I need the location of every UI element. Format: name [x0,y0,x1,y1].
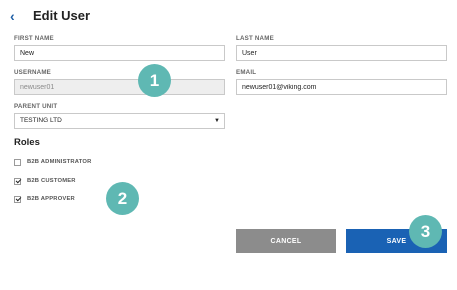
role-b2b-customer: B2B CUSTOMER [14,176,76,186]
username-field [14,79,225,95]
role-checkbox[interactable] [14,158,21,166]
callout-badge-2: 2 [106,182,139,215]
parent-unit-select[interactable]: TESTING LTD ▼ [14,113,225,129]
role-checkbox[interactable] [14,177,21,185]
first-name-label: FIRST NAME [14,35,54,42]
back-chevron-icon[interactable]: ‹ [10,8,24,24]
parent-unit-value: TESTING LTD [20,117,62,124]
email-field[interactable] [236,79,447,95]
page-title: Edit User [33,8,91,23]
username-label: USERNAME [14,69,52,76]
last-name-field[interactable] [236,45,447,61]
cancel-button[interactable]: CANCEL [236,229,336,253]
last-name-label: LAST NAME [236,35,274,42]
callout-badge-1: 1 [138,64,171,97]
callout-badge-3: 3 [409,215,442,248]
roles-heading: Roles [14,137,40,148]
role-checkbox[interactable] [14,195,21,203]
role-label: B2B ADMINISTRATOR [27,159,92,165]
role-b2b-approver: B2B APPROVER [14,194,75,204]
role-b2b-administrator: B2B ADMINISTRATOR [14,157,91,167]
email-label: EMAIL [236,69,257,76]
parent-unit-label: PARENT UNIT [14,103,58,110]
first-name-field[interactable] [14,45,225,61]
role-label: B2B APPROVER [27,196,75,202]
role-label: B2B CUSTOMER [27,178,76,184]
dropdown-arrow-icon: ▼ [214,118,220,124]
